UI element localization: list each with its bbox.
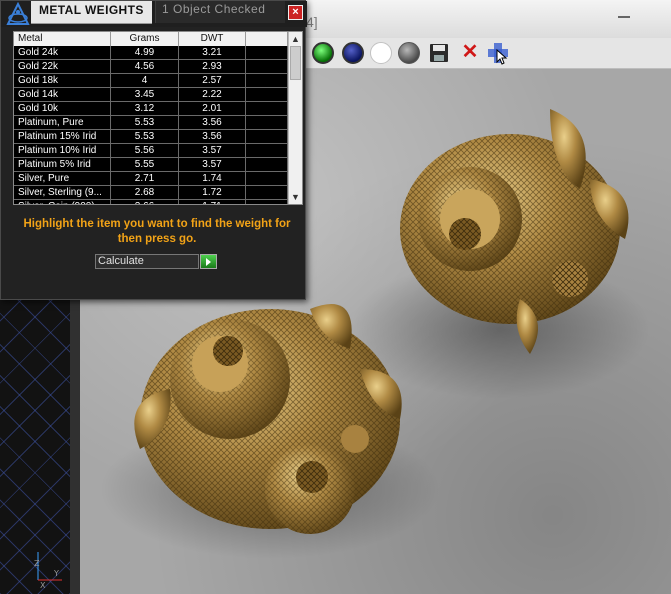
scroll-thumb[interactable] (290, 46, 301, 80)
dwt-cell: 2.22 (179, 88, 246, 102)
metal-cell: Silver, Sterling (9... (14, 186, 111, 200)
dialog-titlebar[interactable]: METAL WEIGHTS 1 Object Checked × (1, 1, 307, 27)
render-window-titlebar[interactable]: 4] (300, 0, 671, 39)
svg-text:Z: Z (34, 559, 40, 568)
metal-cell: Gold 24k (14, 46, 111, 60)
green-material-button[interactable] (312, 42, 334, 64)
dwt-cell: 1.74 (179, 172, 246, 186)
grams-cell: 5.55 (111, 158, 179, 172)
table-header: Metal Grams DWT (14, 32, 288, 46)
empty-cell (246, 172, 288, 186)
empty-cell (246, 186, 288, 200)
grams-cell: 3.12 (111, 102, 179, 116)
dwt-cell: 2.01 (179, 102, 246, 116)
table-row[interactable]: Silver, Pure 2.71 1.74 (14, 172, 288, 186)
dwt-cell: 2.93 (179, 60, 246, 74)
table-row[interactable]: Gold 22k 4.56 2.93 (14, 60, 288, 74)
table-row[interactable]: Platinum, Pure 5.53 3.56 (14, 116, 288, 130)
table-scrollbar[interactable]: ▲ ▼ (288, 32, 302, 204)
go-button[interactable] (200, 254, 217, 269)
metal-cell: Gold 14k (14, 88, 111, 102)
grams-cell: 2.66 (111, 200, 179, 204)
column-header-metal[interactable]: Metal (14, 32, 111, 46)
empty-cell (246, 74, 288, 88)
column-header-dwt[interactable]: DWT (179, 32, 246, 46)
dwt-cell: 3.56 (179, 116, 246, 130)
render-toolbar: ✕ (300, 38, 671, 69)
move-cursor-icon[interactable] (486, 41, 510, 65)
white-background-button[interactable] (370, 42, 392, 64)
instruction-text: Highlight the item you want to find the … (23, 218, 291, 245)
grams-cell: 4.99 (111, 46, 179, 60)
save-icon[interactable] (428, 42, 450, 64)
table-row[interactable]: Silver, Coin (900)2.661.71 (14, 200, 288, 204)
table-row[interactable]: Gold 18k 4 2.57 (14, 74, 288, 88)
grams-cell: 4 (111, 74, 179, 88)
dwt-cell: 3.57 (179, 158, 246, 172)
table-row[interactable]: Gold 10k 3.12 2.01 (14, 102, 288, 116)
table-row[interactable]: Platinum 5% Irid 5.55 3.57 (14, 158, 288, 172)
metal-weights-table[interactable]: Metal Grams DWT Gold 24k 4.99 3.21 Gold 22k… (13, 31, 303, 205)
empty-cell (246, 200, 288, 204)
metal-cell: Platinum, Pure (14, 116, 111, 130)
metal-cell: Silver, Coin (900) (14, 200, 111, 204)
calculate-dropdown[interactable]: Calculate (95, 254, 199, 269)
render-window-title: 4] (306, 14, 318, 30)
table-row[interactable]: Platinum 10% Irid 5.56 3.57 (14, 144, 288, 158)
blue-material-button[interactable] (342, 42, 364, 64)
metal-cell: Gold 10k (14, 102, 111, 116)
dwt-cell: 2.57 (179, 74, 246, 88)
metal-cell: Gold 22k (14, 60, 111, 74)
axis-gizmo-icon: Z Y X (34, 552, 62, 590)
grams-cell: 5.53 (111, 130, 179, 144)
metal-cell: Platinum 15% Irid (14, 130, 111, 144)
svg-text:Y: Y (53, 569, 59, 578)
column-header-grams[interactable]: Grams (111, 32, 179, 46)
metal-cell: Platinum 5% Irid (14, 158, 111, 172)
grams-cell: 5.56 (111, 144, 179, 158)
app-logo-icon (6, 2, 30, 25)
dialog-title: METAL WEIGHTS (31, 1, 152, 24)
gray-background-button[interactable] (398, 42, 420, 64)
scroll-up-icon[interactable]: ▲ (289, 32, 302, 46)
dwt-cell: 3.56 (179, 130, 246, 144)
dwt-cell: 1.71 (179, 200, 246, 204)
table-row[interactable]: Gold 14k 3.45 2.22 (14, 88, 288, 102)
grams-cell: 2.68 (111, 186, 179, 200)
metal-cell: Gold 18k (14, 74, 111, 88)
metal-cell: Silver, Pure (14, 172, 111, 186)
grams-cell: 4.56 (111, 60, 179, 74)
scroll-down-icon[interactable]: ▼ (289, 190, 302, 204)
close-render-icon[interactable]: ✕ (460, 41, 480, 63)
svg-text:X: X (40, 581, 46, 590)
grams-cell: 2.71 (111, 172, 179, 186)
table-row[interactable]: Silver, Sterling (9... 2.68 1.72 (14, 186, 288, 200)
close-button[interactable]: × (288, 5, 303, 20)
minimize-button[interactable] (618, 12, 630, 18)
empty-cell (246, 130, 288, 144)
empty-cell (246, 158, 288, 172)
dialog-status: 1 Object Checked (155, 1, 285, 23)
empty-cell (246, 46, 288, 60)
metal-weights-dialog: METAL WEIGHTS 1 Object Checked × Metal G… (0, 0, 307, 300)
empty-cell (246, 88, 288, 102)
dwt-cell: 3.21 (179, 46, 246, 60)
grams-cell: 5.53 (111, 116, 179, 130)
column-header-empty (246, 32, 288, 46)
empty-cell (246, 116, 288, 130)
dwt-cell: 3.57 (179, 144, 246, 158)
table-row[interactable]: Gold 24k 4.99 3.21 (14, 46, 288, 60)
grams-cell: 3.45 (111, 88, 179, 102)
dwt-cell: 1.72 (179, 186, 246, 200)
metal-cell: Platinum 10% Irid (14, 144, 111, 158)
empty-cell (246, 144, 288, 158)
table-row[interactable]: Platinum 15% Irid 5.53 3.56 (14, 130, 288, 144)
empty-cell (246, 102, 288, 116)
empty-cell (246, 60, 288, 74)
